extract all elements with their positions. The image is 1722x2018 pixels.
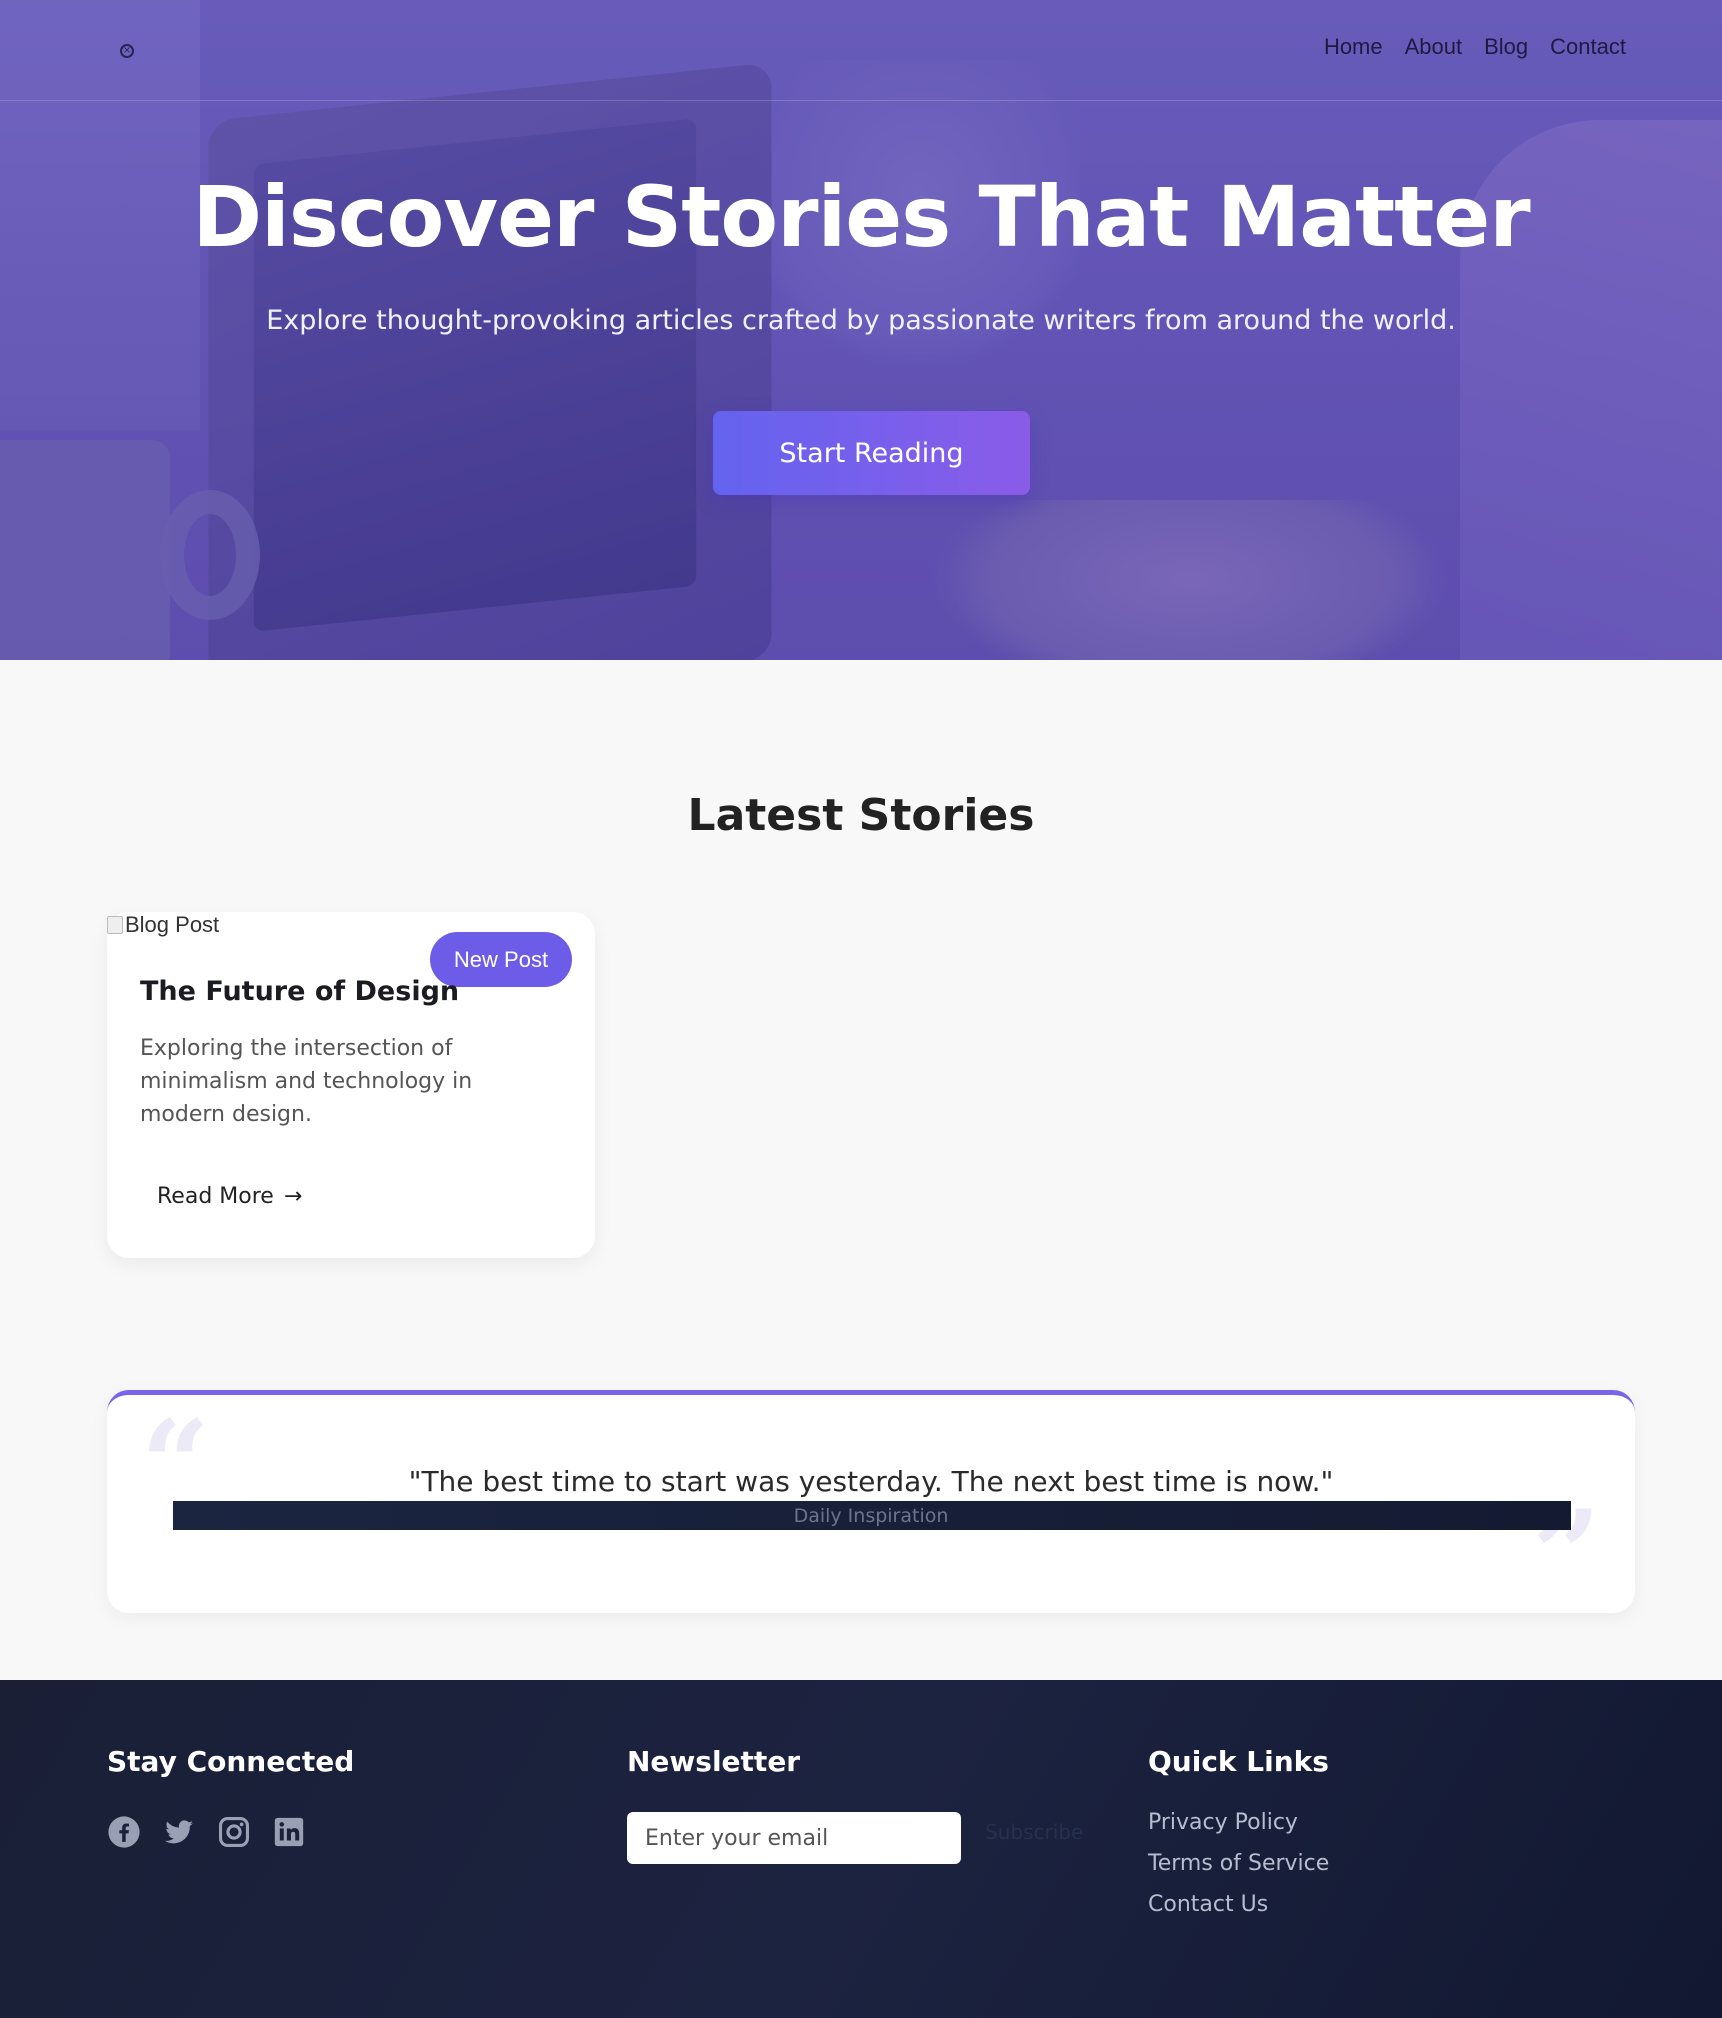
nav-links: Home About Blog Contact [1324,34,1626,60]
instagram-icon[interactable] [217,1815,251,1849]
facebook-icon[interactable] [107,1815,141,1849]
nav-link-contact[interactable]: Contact [1550,34,1626,60]
nav-link-home[interactable]: Home [1324,34,1383,60]
read-more-label: Read More [157,1184,274,1209]
quote-section: “ ” "The best time to start was yesterda… [107,1390,1635,1613]
latest-stories-title: Latest Stories [687,790,1035,841]
top-nav: × Home About Blog Contact [0,0,1722,101]
start-reading-button[interactable]: Start Reading [713,411,1030,495]
privacy-policy-link[interactable]: Privacy Policy [1148,1810,1329,1835]
read-more-link[interactable]: Read More → [157,1184,302,1209]
quick-links-title: Quick Links [1148,1745,1329,1778]
hero-title: Discover Stories That Matter [192,168,1530,266]
hero-subtitle: Explore thought-provoking articles craft… [266,305,1456,336]
nav-link-blog[interactable]: Blog [1484,34,1528,60]
footer: Stay Connected Newsletter Subscribe Quic… [0,1680,1722,2018]
blog-card-excerpt: Exploring the intersection of minimalism… [140,1036,473,1127]
arrow-right-icon: → [283,1184,303,1209]
quote-text: "The best time to start was yesterday. T… [408,1465,1334,1498]
broken-image-icon[interactable]: × [120,44,134,58]
twitter-icon[interactable] [162,1815,196,1849]
nav-link-about[interactable]: About [1405,34,1463,60]
hero-section: × Home About Blog Contact Discover Stori… [0,0,1722,660]
quick-links: Privacy Policy Terms of Service Contact … [1148,1810,1329,1917]
broken-image-icon [107,916,123,934]
contact-us-link[interactable]: Contact Us [1148,1892,1329,1917]
blog-card-image: Blog Post [107,912,219,938]
quote-source: Daily Inspiration [793,1505,949,1527]
subscribe-button[interactable]: Subscribe [985,1820,1083,1844]
stay-connected-title: Stay Connected [107,1745,355,1778]
blog-card-image-alt: Blog Post [125,912,220,937]
terms-of-service-link[interactable]: Terms of Service [1148,1851,1329,1876]
linkedin-icon[interactable] [272,1815,306,1849]
social-icons [107,1815,306,1849]
blog-card: Blog Post New Post The Future of Design … [107,912,595,1258]
blog-card-title[interactable]: The Future of Design [140,976,459,1007]
email-field[interactable] [627,1812,961,1864]
newsletter-title: Newsletter [627,1745,801,1778]
